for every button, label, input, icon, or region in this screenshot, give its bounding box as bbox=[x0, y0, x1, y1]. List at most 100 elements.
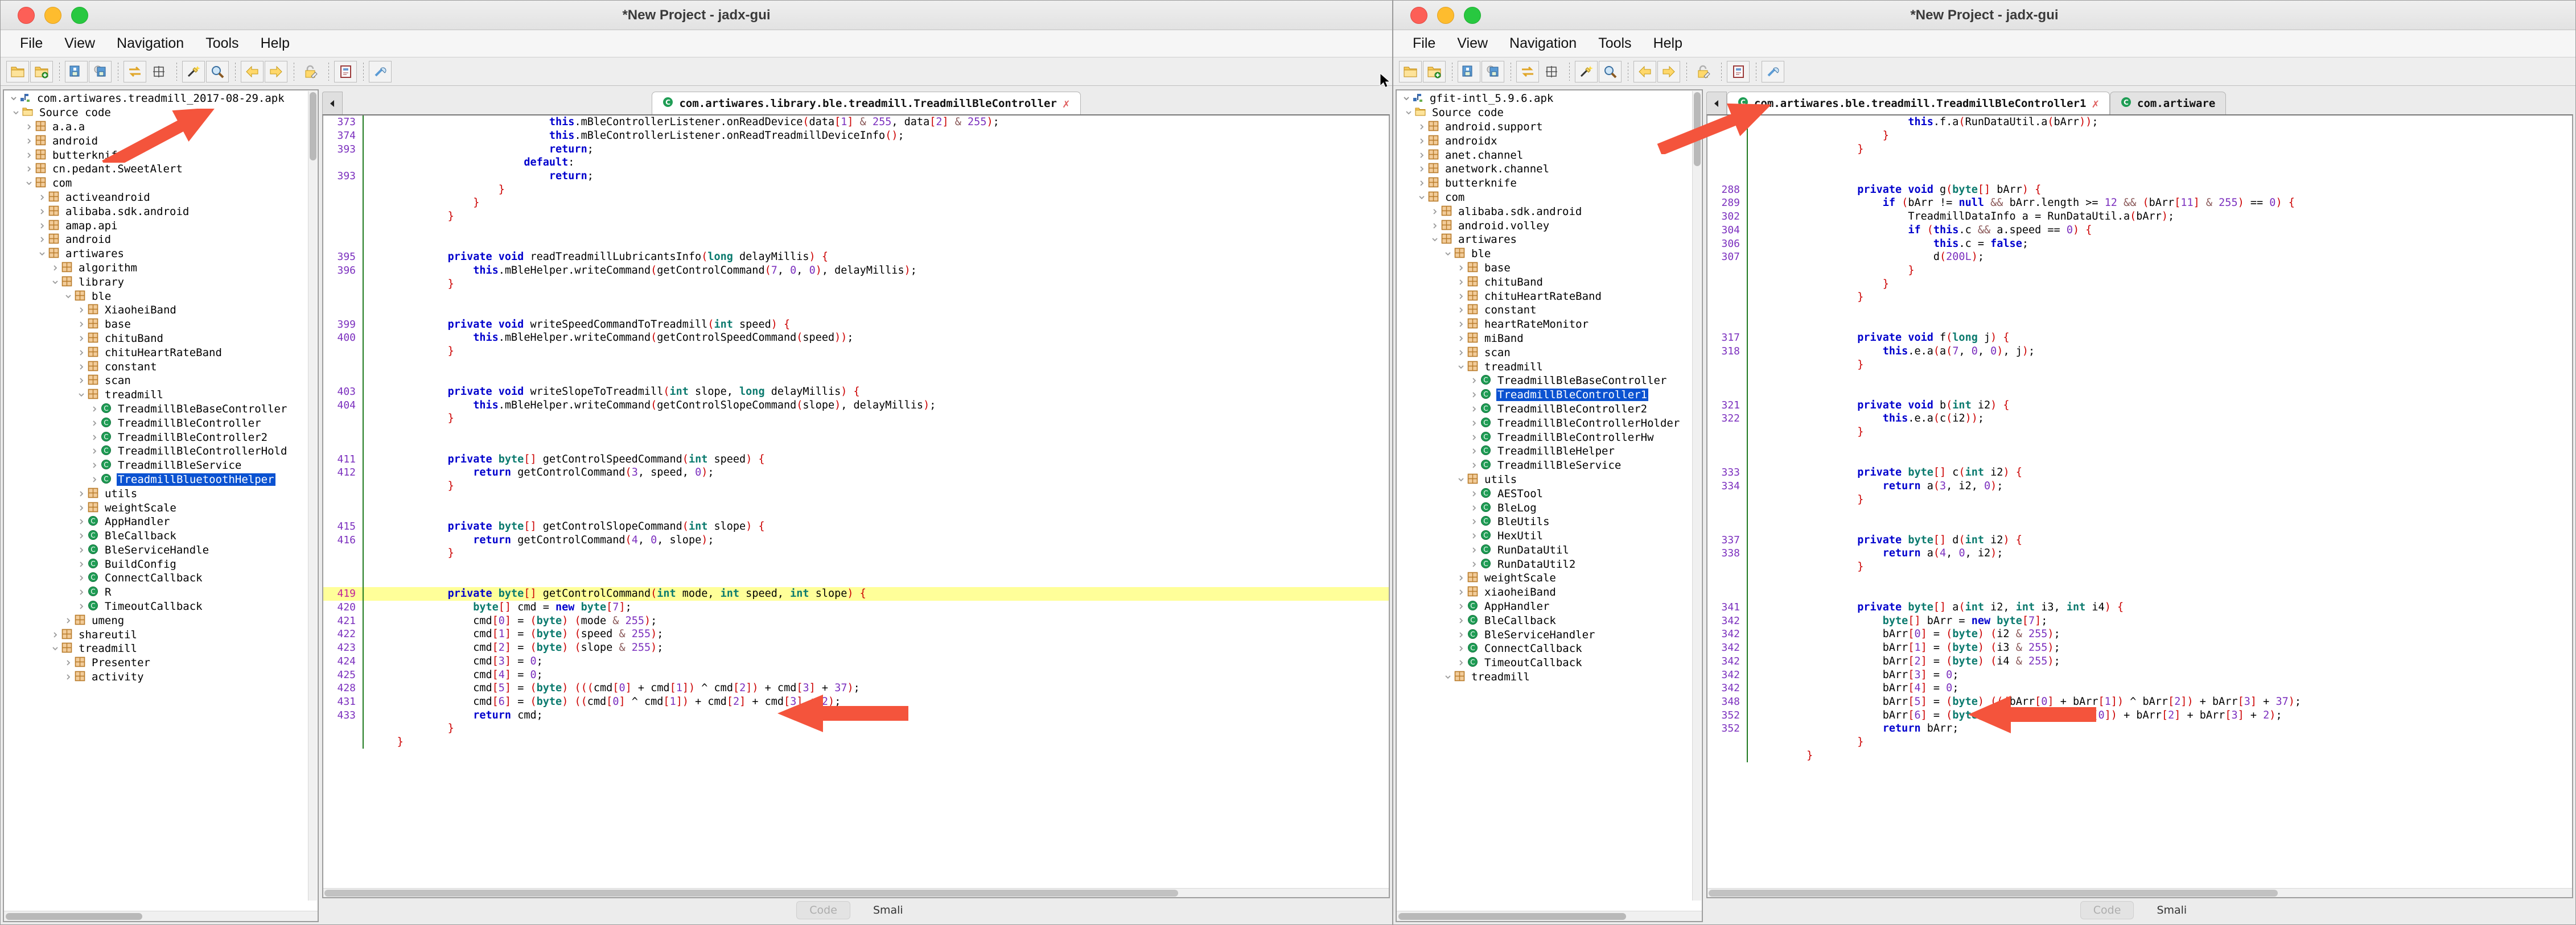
tree-node-bleservicehandle[interactable]: C BleServiceHandle bbox=[4, 543, 318, 558]
chevron-right-icon[interactable] bbox=[1468, 434, 1480, 441]
forward-arrow-icon[interactable] bbox=[1657, 60, 1680, 82]
tree-node-ble[interactable]: ble bbox=[1397, 247, 1702, 261]
code-horizontal-scrollbar-right[interactable] bbox=[1707, 888, 2572, 897]
code-scroller-right[interactable]: 279 this.f.a(RunDataUtil.a(bArr)); } } 2… bbox=[1707, 115, 2572, 888]
chevron-right-icon[interactable] bbox=[75, 377, 88, 384]
tree-node-chituheartrateband[interactable]: chituHeartRateBand bbox=[1397, 289, 1702, 303]
tree-node-anetwork-channel[interactable]: anetwork.channel bbox=[1397, 162, 1702, 176]
chevron-down-icon[interactable] bbox=[1429, 236, 1441, 243]
menu-view[interactable]: View bbox=[1449, 33, 1496, 54]
search-icon[interactable] bbox=[1599, 60, 1622, 82]
menu-navigation[interactable]: Navigation bbox=[1501, 33, 1585, 54]
tree-node-androidx[interactable]: androidx bbox=[1397, 134, 1702, 148]
chevron-down-icon[interactable] bbox=[36, 250, 48, 257]
open-folder-add-icon[interactable] bbox=[30, 60, 53, 82]
tree-node-treadmillblecontrollerholder[interactable]: C TreadmillBleControllerHolder bbox=[1397, 416, 1702, 430]
minimize-window-button[interactable] bbox=[1437, 6, 1454, 24]
chevron-right-icon[interactable] bbox=[1468, 532, 1480, 539]
grid-icon[interactable] bbox=[147, 61, 170, 82]
sync-arrows-icon[interactable] bbox=[1516, 60, 1539, 82]
chevron-right-icon[interactable] bbox=[23, 123, 35, 130]
tree-node-shareutil[interactable]: shareutil bbox=[4, 627, 318, 642]
save-as-icon[interactable] bbox=[1482, 60, 1504, 82]
tree-node-android[interactable]: android bbox=[4, 233, 318, 247]
tree-node-activity[interactable]: activity bbox=[4, 670, 318, 684]
tree-node-scan[interactable]: scan bbox=[4, 374, 318, 388]
window-controls-right[interactable] bbox=[1410, 6, 1481, 24]
tree-node-chituheartrateband[interactable]: chituHeartRateBand bbox=[4, 345, 318, 360]
chevron-down-icon[interactable] bbox=[1415, 194, 1428, 201]
project-tree-right[interactable]: gfit-intl_5.9.6.apk Source code android.s… bbox=[1396, 89, 1703, 922]
chevron-right-icon[interactable] bbox=[1429, 208, 1441, 215]
tree-node-blelog[interactable]: C BleLog bbox=[1397, 501, 1702, 515]
tree-node-source-code[interactable]: Source code bbox=[1397, 106, 1702, 120]
tree-node-blecallback[interactable]: C BleCallback bbox=[1397, 613, 1702, 627]
tree-node-hexutil[interactable]: C HexUtil bbox=[1397, 529, 1702, 543]
decompile-lock-icon[interactable] bbox=[1692, 61, 1715, 82]
chevron-right-icon[interactable] bbox=[75, 505, 88, 511]
tree-node-list-right[interactable]: Source code android.support androidx anet.c… bbox=[1397, 106, 1702, 684]
tree-vertical-scrollbar-right[interactable] bbox=[1692, 91, 1701, 901]
tree-node-a-a-a[interactable]: a.a.a bbox=[4, 120, 318, 134]
maximize-window-button[interactable] bbox=[1464, 6, 1481, 24]
tree-node-heartratemonitor[interactable]: heartRateMonitor bbox=[1397, 317, 1702, 332]
close-window-button[interactable] bbox=[1410, 6, 1427, 24]
decompile-lock-icon[interactable] bbox=[299, 61, 322, 82]
chevron-right-icon[interactable] bbox=[36, 208, 48, 215]
chevron-right-icon[interactable] bbox=[75, 603, 88, 610]
tree-node-constant[interactable]: constant bbox=[4, 360, 318, 374]
tree-node-timeoutcallback[interactable]: C TimeoutCallback bbox=[4, 600, 318, 614]
chevron-right-icon[interactable] bbox=[88, 448, 101, 455]
chevron-right-icon[interactable] bbox=[36, 194, 48, 201]
save-all-icon[interactable] bbox=[65, 60, 88, 82]
tree-node-anet-channel[interactable]: anet.channel bbox=[1397, 148, 1702, 162]
tree-node-timeoutcallback[interactable]: C TimeoutCallback bbox=[1397, 656, 1702, 670]
tab-scroll-left-icon[interactable] bbox=[322, 92, 343, 114]
tree-scroll-left[interactable]: com.artiwares.treadmill_2017-08-29.apk S… bbox=[4, 90, 318, 911]
code-editor-right[interactable]: 279 this.f.a(RunDataUtil.a(bArr)); } } 2… bbox=[1706, 114, 2573, 898]
save-all-icon[interactable] bbox=[1458, 60, 1480, 82]
chevron-right-icon[interactable] bbox=[75, 575, 88, 581]
chevron-down-icon[interactable] bbox=[7, 95, 20, 102]
tree-node-android[interactable]: android bbox=[4, 134, 318, 148]
chevron-right-icon[interactable] bbox=[1468, 448, 1480, 455]
tree-node-blecallback[interactable]: C BleCallback bbox=[4, 529, 318, 543]
chevron-right-icon[interactable] bbox=[62, 659, 75, 666]
chevron-right-icon[interactable] bbox=[75, 349, 88, 356]
chevron-down-icon[interactable] bbox=[1442, 250, 1454, 257]
code-editor-left[interactable]: 373 this.mBleControllerListener.onReadDe… bbox=[322, 114, 1390, 898]
tree-horizontal-scrollbar-left[interactable] bbox=[4, 911, 318, 921]
preferences-wrench-icon[interactable] bbox=[369, 60, 392, 82]
chevron-right-icon[interactable] bbox=[36, 222, 48, 229]
chevron-right-icon[interactable] bbox=[23, 152, 35, 159]
tree-node-source-code[interactable]: Source code bbox=[4, 106, 318, 120]
editor-statusbar-right[interactable]: Code Smali bbox=[1706, 898, 2573, 922]
chevron-right-icon[interactable] bbox=[1468, 561, 1480, 568]
tree-node-alibaba-sdk-android[interactable]: alibaba.sdk.android bbox=[1397, 204, 1702, 218]
tree-node-treadmillbleservice[interactable]: C TreadmillBleService bbox=[1397, 459, 1702, 473]
chevron-right-icon[interactable] bbox=[75, 321, 88, 328]
chevron-right-icon[interactable] bbox=[1468, 462, 1480, 469]
chevron-right-icon[interactable] bbox=[1455, 335, 1467, 342]
tree-node-utils[interactable]: utils bbox=[4, 486, 318, 501]
toolbar-right[interactable] bbox=[1393, 57, 2575, 86]
code-view-button[interactable]: Code bbox=[796, 901, 850, 919]
menu-file[interactable]: File bbox=[1405, 33, 1443, 54]
menu-view[interactable]: View bbox=[56, 33, 103, 54]
menubar-left[interactable]: File View Navigation Tools Help bbox=[1, 30, 1392, 57]
tree-node-xiaoheiband[interactable]: xiaoheiBand bbox=[1397, 585, 1702, 600]
tree-node-bleutils[interactable]: C BleUtils bbox=[1397, 515, 1702, 529]
preferences-wrench-icon[interactable] bbox=[1762, 60, 1784, 82]
tab-treadmillblecontroller1[interactable]: C com.artiwares.ble.treadmill.TreadmillB… bbox=[1727, 92, 2110, 114]
chevron-right-icon[interactable] bbox=[1455, 321, 1467, 328]
chevron-right-icon[interactable] bbox=[36, 236, 48, 243]
open-folder-icon[interactable] bbox=[1399, 60, 1422, 82]
tree-node-algorithm[interactable]: algorithm bbox=[4, 261, 318, 275]
chevron-right-icon[interactable] bbox=[1455, 659, 1467, 666]
minimize-window-button[interactable] bbox=[44, 6, 61, 24]
chevron-down-icon[interactable] bbox=[1400, 95, 1413, 102]
tree-node-library[interactable]: library bbox=[4, 275, 318, 289]
tree-node-activeandroid[interactable]: activeandroid bbox=[4, 191, 318, 205]
tree-node-weightscale[interactable]: weightScale bbox=[1397, 571, 1702, 585]
tree-node-rundatautil2[interactable]: C RunDataUtil2 bbox=[1397, 557, 1702, 571]
